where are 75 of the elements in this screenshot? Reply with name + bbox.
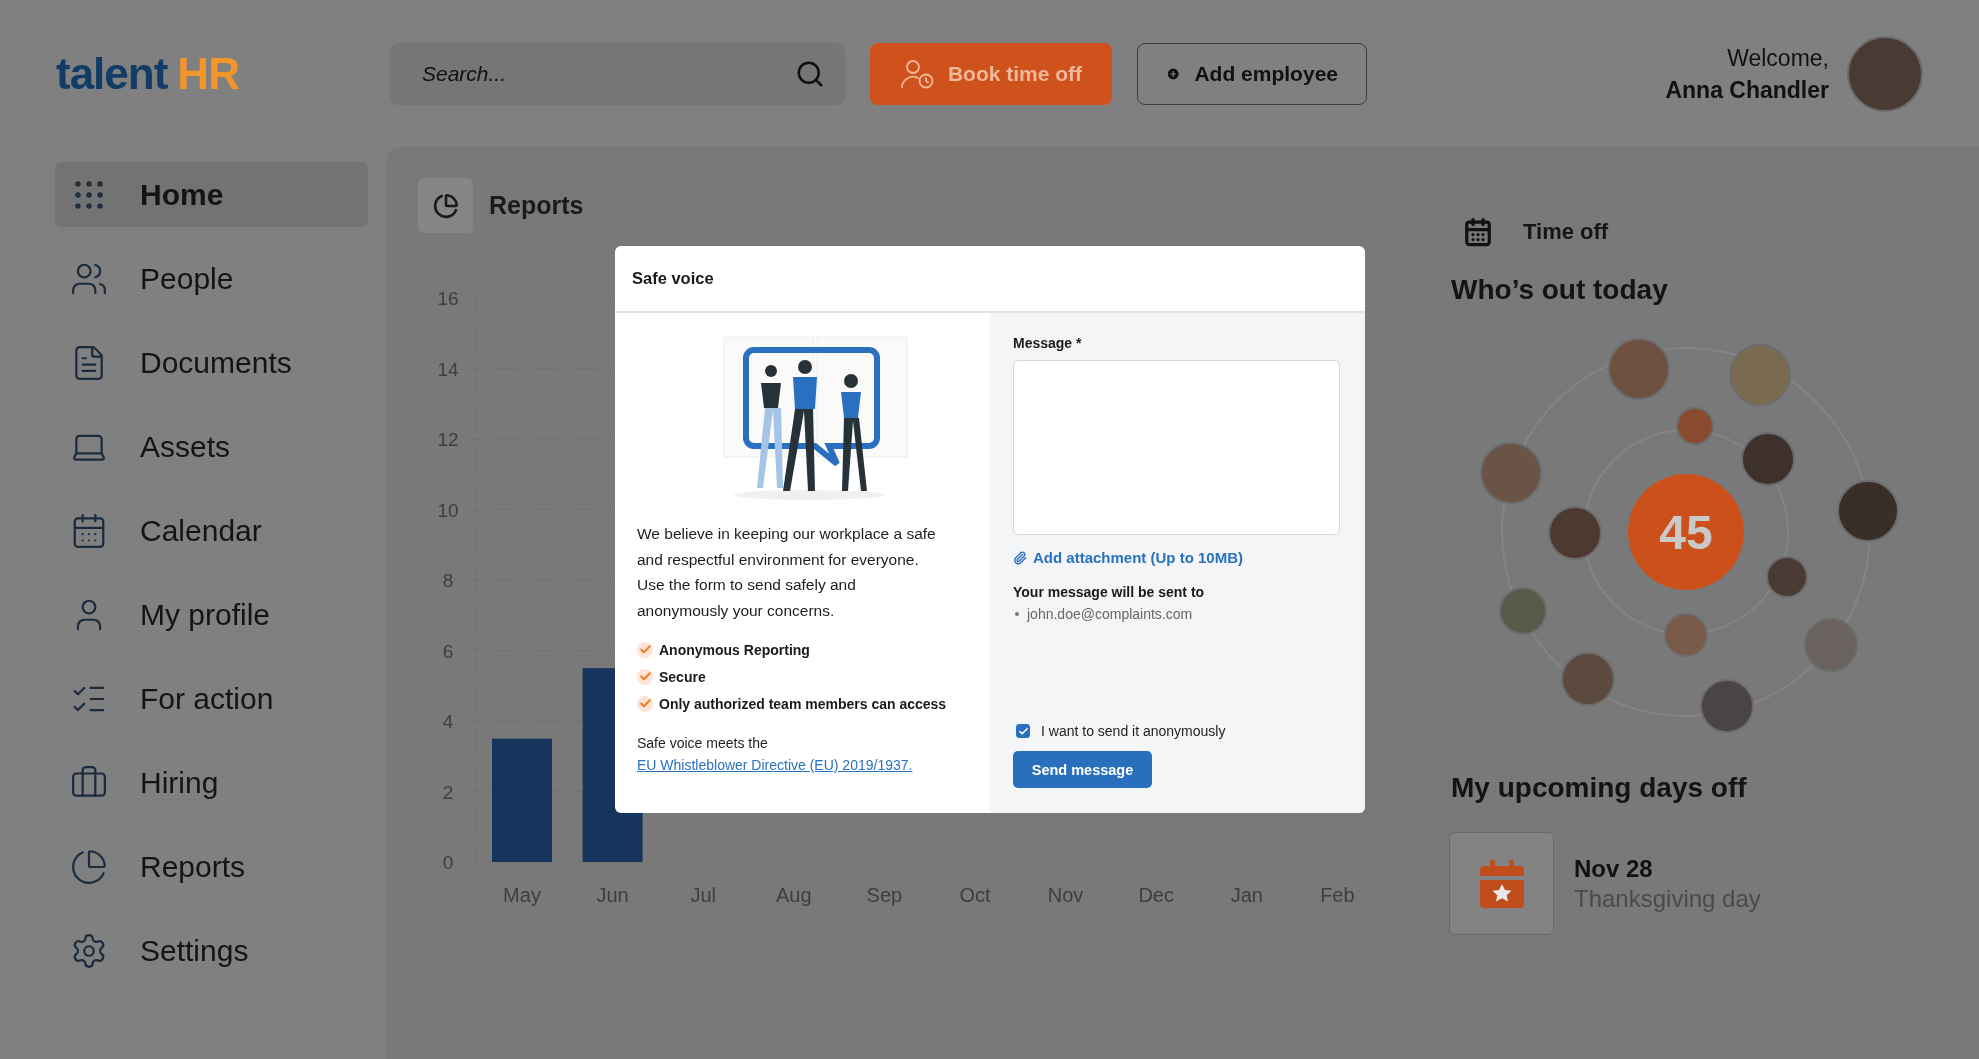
axis-category-label: Nov [1047, 884, 1084, 906]
axis-tick-label: 10 [437, 499, 459, 521]
axis-category-label: May [503, 884, 541, 906]
avatar[interactable] [1499, 587, 1547, 635]
axis-tick-label: 16 [437, 288, 459, 309]
checkbox-label: I want to send it anonymously [1041, 723, 1226, 739]
feature-text: Anonymous Reporting [659, 641, 810, 658]
check-icon [637, 695, 653, 712]
feature-text: Secure [659, 668, 706, 685]
section-title: Reports [489, 191, 584, 220]
axis-category-label: Jun [596, 884, 629, 906]
day-off-date: Nov 28 [1574, 854, 1654, 883]
axis-category-label: Sep [866, 884, 903, 906]
search-field[interactable]: Search... [390, 42, 845, 105]
welcome-text: Welcome, [1726, 43, 1829, 73]
axis-category-label: Aug [776, 884, 812, 906]
check-icon [637, 641, 653, 658]
axis-category-label: Jan [1230, 884, 1263, 906]
section-title: Time off [1523, 219, 1609, 245]
user-clock-icon [899, 58, 934, 89]
user-name: Anna Chandler [1665, 75, 1829, 105]
bullet-icon [1015, 612, 1019, 616]
logo: talent HR [56, 48, 240, 99]
compliance-text: Safe voice meets the [637, 735, 769, 751]
directive-link[interactable]: EU Whistleblower Directive (EU) 2019/1937. [637, 757, 913, 773]
check-icon [637, 668, 653, 685]
avatar[interactable] [1766, 556, 1808, 598]
sidebar-item[interactable]: Hiring [55, 750, 368, 815]
add-attachment-link[interactable]: Add attachment (Up to 10MB) [1013, 549, 1345, 566]
avatar[interactable] [1664, 613, 1708, 657]
avatar[interactable] [1561, 652, 1615, 706]
out-count: 45 [1628, 474, 1744, 590]
dialog-title: Safe voice [632, 269, 714, 288]
section-heading: My upcoming days off [1451, 772, 1748, 804]
avatar[interactable] [1700, 679, 1754, 733]
recipients-label: Your message will be sent to [1013, 584, 1206, 600]
calendar-star-icon [1479, 859, 1524, 908]
avatar[interactable] [1548, 506, 1602, 560]
axis-tick-label: 6 [442, 640, 454, 662]
book-time-off-button[interactable]: Book time off [870, 42, 1112, 105]
pie-chart-icon [70, 847, 108, 886]
sidebar-item[interactable]: Calendar [55, 498, 368, 563]
avatar[interactable] [1676, 407, 1714, 445]
sidebar-item[interactable]: Settings [55, 918, 368, 983]
sidebar-item[interactable]: People [55, 246, 368, 311]
sidebar-item[interactable]: Reports [55, 834, 368, 899]
section-heading: Who’s out today [1451, 274, 1669, 306]
axis-category-label: Oct [959, 884, 991, 906]
axis-category-label: Feb [1320, 884, 1355, 906]
axis-tick-label: 2 [442, 781, 454, 803]
message-field[interactable] [1013, 360, 1340, 535]
calendar-icon [1463, 217, 1493, 247]
axis-tick-label: 8 [442, 570, 454, 591]
intro-paragraph: We believe in keeping our workplace a safe and respectful environment for everyone. Use the form to send safely and anonymously your concerns. [637, 524, 937, 621]
axis-tick-label: 14 [437, 358, 459, 380]
sidebar-item[interactable]: My profile [55, 582, 368, 647]
axis-tick-label: 4 [442, 711, 454, 732]
recipient-email: john.doe@complaints.com [1027, 606, 1193, 622]
sidebar-item[interactable]: Assets [55, 414, 368, 479]
feature-text: Only authorized team members can access [659, 695, 947, 712]
sidebar-item[interactable]: Documents [55, 330, 368, 395]
avatar[interactable] [1804, 618, 1858, 672]
axis-tick-label: 0 [442, 852, 454, 873]
field-label: Message * [1013, 335, 1083, 351]
anonymous-checkbox[interactable] [1016, 724, 1030, 738]
axis-category-label: Jul [690, 884, 716, 906]
sidebar-item[interactable]: For action [55, 666, 368, 731]
send-message-button[interactable]: Send message [1013, 751, 1152, 788]
add-employee-button[interactable]: Add employee [1137, 42, 1367, 105]
axis-tick-label: 12 [437, 429, 459, 450]
avatar[interactable] [1741, 432, 1795, 486]
paperclip-icon [1013, 550, 1027, 565]
axis-category-label: Dec [1138, 884, 1174, 906]
sidebar-item[interactable]: Home [55, 162, 368, 227]
pie-chart-icon [418, 178, 473, 233]
